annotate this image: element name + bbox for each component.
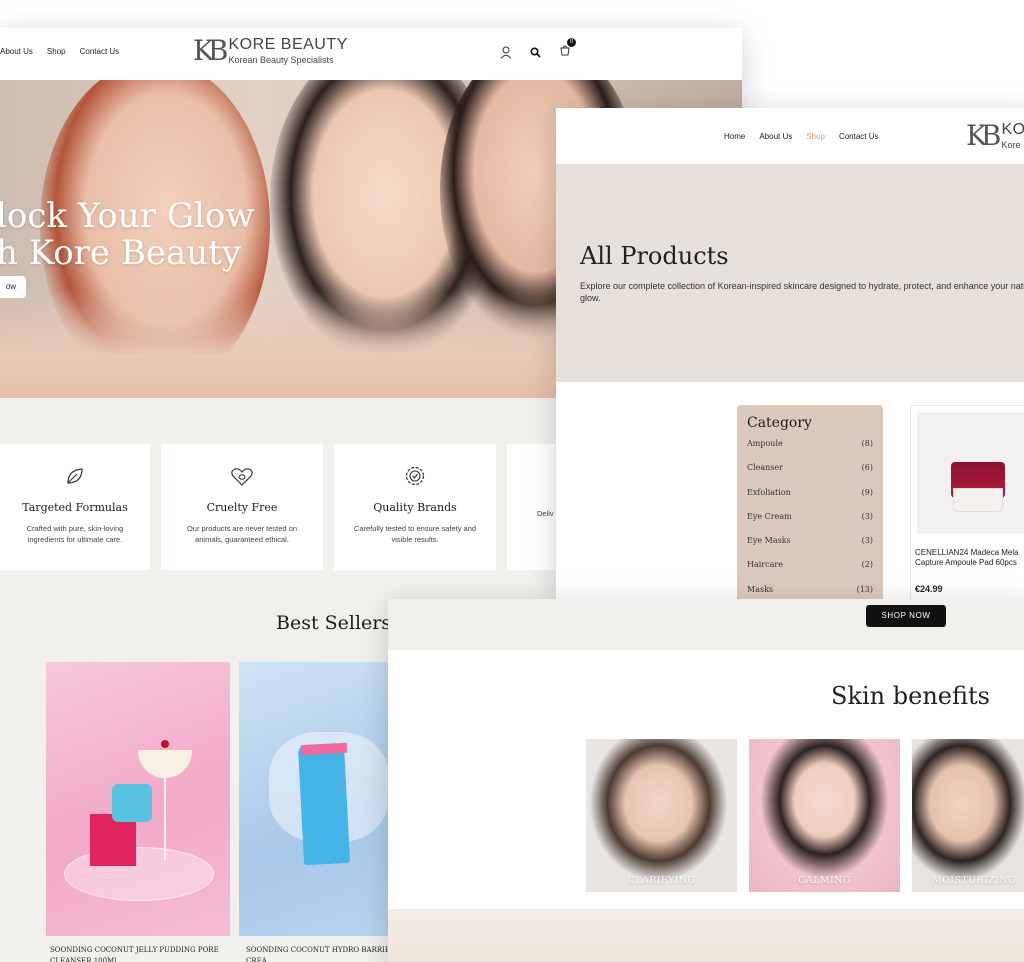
- nav-about-link[interactable]: About Us: [0, 47, 33, 56]
- hero-cta-button[interactable]: ow: [0, 276, 26, 298]
- benefit-label: MOISTURIZING: [931, 875, 1017, 886]
- hero-headline-line-1: lock Your Glow: [0, 196, 255, 236]
- feature-title: Quality Brands: [373, 501, 457, 514]
- best-sellers-heading: Best Sellers: [276, 612, 392, 634]
- shop-page-screenshot: Home About Us Shop Contact Us KB KO Kore…: [556, 108, 1024, 602]
- page-description: Explore our complete collection of Korea…: [580, 281, 1024, 303]
- home-nav-bar: About Us Shop Contact Us KB KORE BEAUTY …: [0, 28, 742, 80]
- hero-headline: lock Your Glow h Kore Beauty: [0, 198, 254, 272]
- nav-about-link[interactable]: About Us: [759, 132, 792, 141]
- product-card[interactable]: [46, 662, 230, 936]
- logo-mark: KB: [966, 119, 1001, 152]
- cocktail-glass: [138, 750, 192, 778]
- benefit-tile-calming[interactable]: CALMING: [749, 739, 900, 892]
- cart-count-badge: 0: [567, 38, 576, 47]
- benefit-tile-clarifying[interactable]: CLARIFYING: [586, 739, 737, 892]
- shop-nav-bar: Home About Us Shop Contact Us KB KO Kore: [556, 108, 1024, 164]
- product-title[interactable]: CENELLIAN24 Madeca Mela Capture Ampoule …: [915, 548, 1024, 568]
- benefit-label: CLARIFYING: [627, 875, 696, 886]
- category-item-ampoule[interactable]: Ampoule (8): [747, 439, 873, 463]
- nav-shop-link-active[interactable]: Shop: [806, 132, 825, 141]
- cart-button[interactable]: 0: [559, 38, 576, 61]
- feature-card-targeted-formulas: Targeted Formulas Crafted with pure, ski…: [0, 444, 150, 570]
- product-jar: [112, 784, 152, 822]
- shop-now-button[interactable]: SHOP NOW: [866, 605, 946, 627]
- logo-tagline: Korean Beauty Specialists: [228, 55, 334, 65]
- product-tube: [297, 742, 351, 866]
- nav-contact-link[interactable]: Contact Us: [839, 132, 879, 141]
- logo-tagline: Kore: [1001, 140, 1021, 150]
- product-price: €24.99: [915, 584, 943, 594]
- feature-text: Crafted with pure, skin-loving ingredien…: [26, 524, 124, 544]
- kore-beauty-logo[interactable]: KB KO Kore: [966, 119, 1024, 152]
- category-sidebar: Category Ampoule (8) Cleanser (6) Exfoliat…: [737, 405, 883, 602]
- feature-card-quality-brands: Quality Brands Carefully tested to ensur…: [334, 444, 496, 570]
- logo-name: KO: [1001, 121, 1024, 138]
- all-products-banner: All Products Explore our complete collec…: [556, 164, 1024, 382]
- heart-bunny-icon: [231, 468, 253, 486]
- product-title[interactable]: SOONDING COCONUT JELLY PUDDING PORE CLEA…: [50, 945, 230, 962]
- cherry: [161, 740, 169, 748]
- logo-name: KORE BEAUTY: [228, 36, 348, 53]
- feature-title: Cruelty Free: [206, 501, 278, 514]
- user-icon[interactable]: [500, 46, 512, 59]
- leaf-icon: [67, 468, 83, 484]
- hero-headline-line-2: h Kore Beauty: [0, 233, 241, 273]
- quality-badge-icon: [405, 466, 425, 486]
- category-item-cleanser[interactable]: Cleanser (6): [747, 463, 873, 487]
- benefit-tile-moisturizing[interactable]: MOISTURIZING: [912, 739, 1024, 892]
- feature-card-cruelty-free: Cruelty Free Our products are never test…: [161, 444, 323, 570]
- product-jar-body: [953, 488, 1003, 512]
- nav-shop-link[interactable]: Shop: [47, 47, 66, 56]
- page-title: All Products: [580, 242, 729, 270]
- skin-benefits-heading: Skin benefits: [831, 682, 990, 710]
- kore-beauty-logo[interactable]: KB KORE BEAUTY Korean Beauty Specialists: [193, 34, 348, 67]
- search-icon[interactable]: [530, 46, 541, 58]
- shop-nav-links: Home About Us Shop Contact Us: [724, 132, 879, 141]
- header-icons: 0: [500, 38, 576, 61]
- logo-mark: KB: [193, 34, 228, 67]
- category-item-eye-cream[interactable]: Eye Cream (3): [747, 512, 873, 536]
- nav-contact-link[interactable]: Contact Us: [80, 47, 120, 56]
- feature-text: Carefully tested to ensure safety and vi…: [353, 524, 477, 544]
- benefit-label: CALMING: [798, 875, 851, 886]
- category-item-haircare[interactable]: Haircare (2): [747, 560, 873, 584]
- top-strip: SHOP NOW: [388, 599, 1024, 650]
- bottom-texture-band: [388, 909, 1024, 962]
- product-title[interactable]: SOONDING COCONUT HYDRO BARRIER CREA: [246, 945, 406, 962]
- category-item-eye-masks[interactable]: Eye Masks (3): [747, 536, 873, 560]
- category-heading: Category: [747, 415, 812, 431]
- product-card[interactable]: CENELLIAN24 Madeca Mela Capture Ampoule …: [910, 405, 1024, 602]
- product-image[interactable]: [46, 662, 230, 936]
- category-item-exfoliation[interactable]: Exfoliation (9): [747, 488, 873, 512]
- product-image[interactable]: [917, 412, 1024, 534]
- home-nav-links: About Us Shop Contact Us: [0, 47, 119, 56]
- skin-benefits-screenshot: SHOP NOW Skin benefits CLARIFYING CALMIN…: [388, 599, 1024, 962]
- feature-title: Targeted Formulas: [22, 501, 128, 514]
- feature-text: Our products are never tested on animals…: [186, 524, 298, 544]
- nav-home-link[interactable]: Home: [724, 132, 745, 141]
